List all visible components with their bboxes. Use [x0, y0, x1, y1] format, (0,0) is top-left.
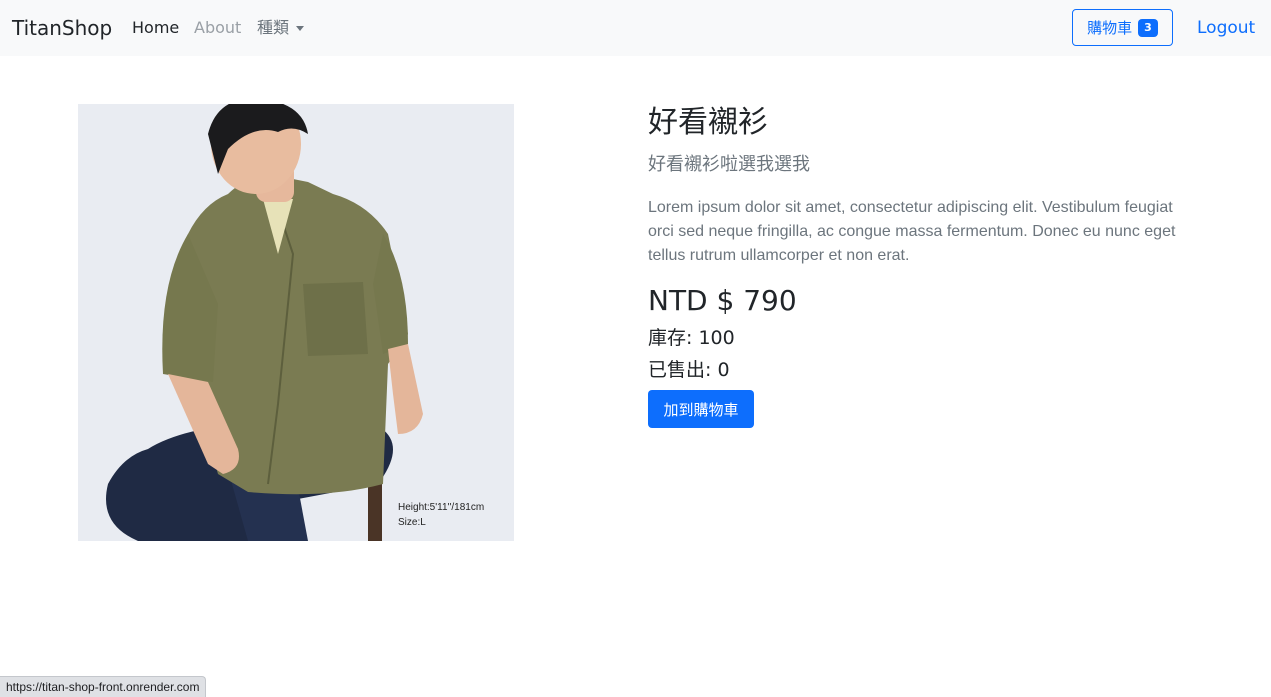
add-to-cart-button[interactable]: 加到購物車	[648, 390, 754, 428]
nav-about-link[interactable]: About	[194, 17, 241, 39]
nav-category-dropdown[interactable]: 種類	[257, 17, 305, 39]
logout-link[interactable]: Logout	[1197, 17, 1255, 39]
cart-button-label: 購物車	[1087, 19, 1133, 37]
product-subtitle: 好看襯衫啦選我選我	[648, 154, 810, 175]
product-price: NTD $ 790	[648, 284, 797, 317]
product-title: 好看襯衫	[648, 105, 768, 140]
product-sold-count: 已售出: 0	[648, 359, 730, 381]
brand-link[interactable]: TitanShop	[12, 14, 112, 42]
link-status-bar: https://titan-shop-front.onrender.com	[0, 676, 207, 697]
top-navbar: TitanShop Home About 種類 購物車 3 Logout	[0, 0, 1271, 56]
product-image: Height:5'11''/181cm Size:L	[78, 104, 514, 541]
cart-button[interactable]: 購物車 3	[1072, 9, 1173, 46]
product-photo-illustration	[78, 104, 514, 541]
image-caption: Height:5'11''/181cm Size:L	[398, 500, 484, 530]
image-caption-height: Height:5'11''/181cm	[398, 502, 485, 513]
caret-down-icon	[296, 25, 305, 31]
nav-category-label: 種類	[257, 18, 290, 37]
image-caption-size: Size:L	[398, 517, 426, 528]
nav-home-link[interactable]: Home	[132, 17, 179, 39]
cart-count-badge: 3	[1138, 18, 1158, 37]
product-stock: 庫存: 100	[648, 327, 735, 349]
product-description: Lorem ipsum dolor sit amet, consectetur …	[648, 199, 1176, 264]
